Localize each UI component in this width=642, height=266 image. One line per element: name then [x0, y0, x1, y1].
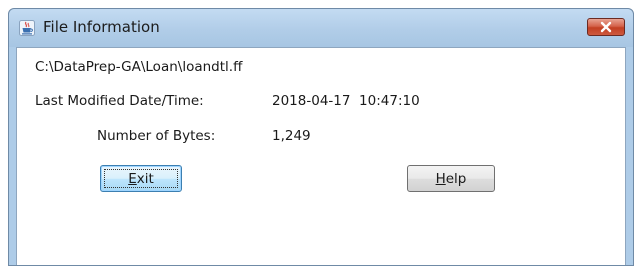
help-label-rest: elp — [445, 170, 467, 187]
last-modified-label: Last Modified Date/Time: — [35, 93, 204, 109]
dialog-content: C:\DataPrep-GA\Loan\loandtl.ff Last Modi… — [16, 47, 626, 265]
file-path: C:\DataPrep-GA\Loan\loandtl.ff — [35, 59, 243, 75]
window-title: File Information — [43, 18, 160, 36]
help-mnemonic: H — [435, 170, 446, 187]
close-icon — [600, 21, 612, 33]
exit-button[interactable]: Exit — [100, 165, 182, 192]
number-of-bytes-value: 1,249 — [272, 128, 311, 144]
java-cup-icon — [19, 20, 35, 36]
help-button[interactable]: Help — [407, 165, 495, 192]
exit-button-label: Exit — [128, 171, 154, 187]
help-button-label: Help — [436, 171, 467, 187]
number-of-bytes-label: Number of Bytes: — [97, 128, 216, 144]
last-modified-value: 2018-04-17 10:47:10 — [272, 93, 420, 109]
exit-label-rest: xit — [136, 170, 154, 187]
exit-mnemonic: E — [128, 170, 137, 187]
file-information-dialog: File Information C:\DataPrep-GA\Loan\loa… — [8, 8, 634, 266]
close-button[interactable] — [587, 18, 625, 36]
title-bar[interactable]: File Information — [9, 9, 633, 47]
